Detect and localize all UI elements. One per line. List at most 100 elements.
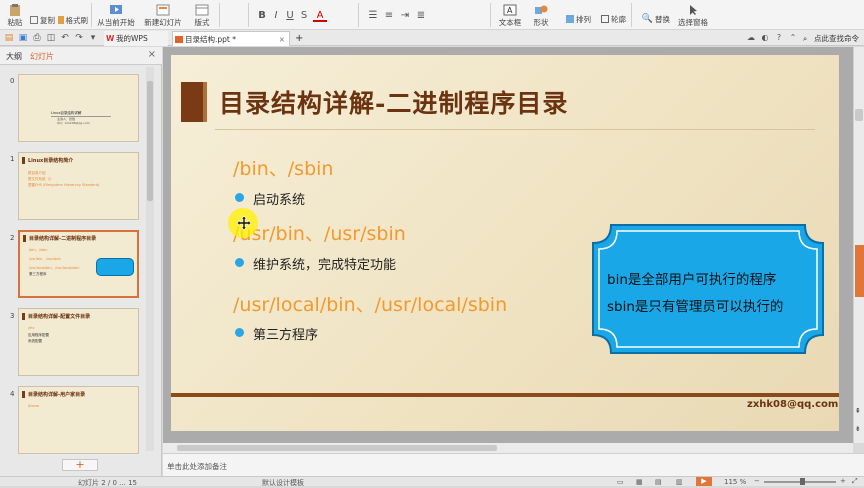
- zoom-out-icon[interactable]: −: [754, 477, 760, 485]
- pane-close-icon[interactable]: ×: [148, 49, 156, 60]
- canvas-horizontal-scrollbar[interactable]: [163, 443, 853, 453]
- callout-line-1[interactable]: bin是全部用户可执行的程序: [607, 268, 776, 288]
- font-color-button[interactable]: A: [313, 9, 327, 22]
- slide-canvas: 目录结构详解-二进制程序目录 /bin、/sbin 启动系统 /usr/bin、…: [163, 47, 853, 443]
- shape-button[interactable]: 形状: [528, 2, 554, 28]
- arrange-icon: [566, 15, 574, 23]
- prev-slide-icon[interactable]: ⇞: [855, 407, 861, 415]
- help-icon[interactable]: ?: [772, 31, 786, 45]
- tab-close-icon[interactable]: ×: [279, 32, 285, 47]
- new-tab-button[interactable]: +: [292, 31, 306, 46]
- paste-button[interactable]: 粘贴: [4, 2, 26, 28]
- side-flyout-tab[interactable]: [855, 245, 864, 297]
- new-slide-button[interactable]: 新建幻灯片: [141, 2, 185, 28]
- h-scroll-thumb[interactable]: [177, 445, 497, 451]
- text-box-button[interactable]: A 文本框: [495, 2, 525, 28]
- pane-scroll-thumb[interactable]: [147, 81, 153, 201]
- svg-text:A: A: [507, 6, 513, 15]
- slide-thumbnail-3[interactable]: 目录结构详解-配置文件目录 /etc 应用程序配置 系统配置: [18, 308, 139, 376]
- copy-button[interactable]: 复制: [30, 14, 56, 26]
- paste-icon: [10, 4, 20, 16]
- arrange-button[interactable]: 排列: [557, 13, 591, 25]
- section-heading-usr-local-bin[interactable]: /usr/local/bin、/usr/local/sbin: [233, 290, 507, 317]
- shadow-button[interactable]: S: [297, 9, 311, 23]
- zoom-slider-handle[interactable]: [800, 478, 805, 485]
- callout-line-2[interactable]: sbin是只有管理员可以执行的: [607, 295, 783, 315]
- tab-outline[interactable]: 大纲: [6, 51, 22, 62]
- bullet-text[interactable]: 维护系统，完成特定功能: [253, 254, 396, 273]
- save-icon[interactable]: ▣: [16, 31, 30, 45]
- bold-button[interactable]: B: [255, 9, 269, 23]
- align-icon[interactable]: ≣: [414, 9, 428, 23]
- thumb-line: 应用程序配置: [28, 333, 49, 337]
- view-normal-icon[interactable]: ▭: [617, 478, 624, 486]
- slide-thumbnail-4[interactable]: 目录结构详解-用户家目录 /home: [18, 386, 139, 454]
- document-tab-bar: ▤ ▣ ⎙ ◫ ↶ ↷ ▾ W 我的WPS 目录结构.ppt * × + ☁ ◐…: [0, 30, 864, 46]
- replace-button[interactable]: 🔍 替换: [640, 13, 670, 25]
- outline-button[interactable]: 轮廓: [594, 13, 626, 25]
- zoom-slider[interactable]: [764, 478, 836, 485]
- shape-icon: [535, 5, 548, 14]
- bullets-icon[interactable]: ☰: [366, 9, 380, 23]
- bullet-dot: [235, 193, 244, 202]
- bullet-text[interactable]: 启动系统: [253, 189, 305, 208]
- view-reading-icon[interactable]: ▤: [655, 478, 662, 486]
- collapse-ribbon-icon[interactable]: ⌃: [786, 31, 800, 45]
- fit-window-icon[interactable]: ⤢: [852, 477, 858, 486]
- select-pane-button[interactable]: 选择窗格: [676, 2, 710, 28]
- thumb-number: 3: [10, 312, 15, 320]
- slide[interactable]: 目录结构详解-二进制程序目录 /bin、/sbin 启动系统 /usr/bin、…: [171, 55, 839, 431]
- tab-my-wps[interactable]: W 我的WPS: [104, 31, 168, 46]
- tab-document[interactable]: 目录结构.ppt * ×: [172, 31, 290, 46]
- view-notes-icon[interactable]: ▥: [676, 478, 683, 486]
- add-slide-button[interactable]: +: [62, 459, 98, 471]
- thumb-title: Linux目录结构简介: [28, 158, 74, 164]
- more-quick-icon[interactable]: ▾: [86, 31, 100, 45]
- redo-icon[interactable]: ↷: [72, 31, 86, 45]
- layout-icon: [195, 4, 209, 16]
- next-slide-icon[interactable]: ⇟: [855, 425, 861, 433]
- section-heading-usr-bin[interactable]: /usr/bin、/usr/sbin: [233, 219, 406, 246]
- thumb-title: 目录结构详解-二进制程序目录: [29, 236, 97, 242]
- open-folder-icon[interactable]: ▤: [2, 31, 16, 45]
- slide-thumbnail-1[interactable]: Linux目录结构简介 根目录介绍 根文件系统（/） 遵循FHS (Filesy…: [18, 152, 139, 220]
- from-current-button[interactable]: 从当前开始: [95, 2, 137, 28]
- tab-slides[interactable]: 幻灯片: [30, 51, 54, 62]
- command-search[interactable]: ⌕ 点此查找命令: [800, 31, 864, 46]
- underline-button[interactable]: U: [283, 9, 297, 23]
- zoom-level[interactable]: 115 %: [724, 478, 746, 486]
- canvas-scroll-thumb[interactable]: [855, 109, 863, 121]
- italic-button[interactable]: I: [269, 9, 283, 23]
- wps-logo-icon: W: [106, 34, 115, 43]
- section-heading-bin[interactable]: /bin、/sbin: [233, 154, 333, 181]
- slide-title[interactable]: 目录结构详解-二进制程序目录: [219, 84, 568, 120]
- slide-thumbnail-0[interactable]: Linux目录结构详解 主讲人：张弛 QQ：zxhk08@qq.com: [18, 74, 139, 142]
- bullet-text[interactable]: 第三方程序: [253, 324, 318, 343]
- layout-button[interactable]: 版式: [189, 2, 215, 28]
- thumb-title: 目录结构详解-配置文件目录: [28, 314, 91, 320]
- skin-icon[interactable]: ◐: [758, 31, 772, 45]
- search-icon: ⌕: [803, 34, 808, 43]
- numbering-icon[interactable]: ≡: [382, 9, 396, 23]
- print-preview-icon[interactable]: ◫: [44, 31, 58, 45]
- play-slideshow-button[interactable]: ▶: [696, 477, 712, 486]
- view-sorter-icon[interactable]: ▦: [636, 478, 643, 486]
- ppt-file-icon: [175, 36, 183, 43]
- print-icon[interactable]: ⎙: [30, 31, 44, 45]
- canvas-vertical-scrollbar[interactable]: ⇞ ⇟: [853, 47, 864, 443]
- notes-area[interactable]: 单击此处添加备注: [163, 453, 864, 476]
- format-painter-button[interactable]: 格式刷: [58, 14, 88, 26]
- text-box-icon: A: [503, 4, 517, 16]
- undo-icon[interactable]: ↶: [58, 31, 72, 45]
- find-icon: 🔍: [641, 14, 653, 24]
- zoom-in-icon[interactable]: +: [840, 477, 846, 485]
- thumb-line: QQ：zxhk08@qq.com: [57, 121, 90, 125]
- callout-scroll-shape[interactable]: [589, 219, 827, 359]
- pane-scrollbar[interactable]: [146, 67, 154, 451]
- indent-icon[interactable]: ⇥: [398, 9, 412, 23]
- cloud-icon[interactable]: ☁: [744, 31, 758, 45]
- play-slideshow-icon: [110, 5, 122, 14]
- new-slide-icon: [156, 4, 170, 16]
- slide-thumbnail-2[interactable]: 目录结构详解-二进制程序目录 /bin、/sbin /usr/bin、/usr/…: [18, 230, 139, 298]
- thumb-number: 0: [10, 77, 15, 85]
